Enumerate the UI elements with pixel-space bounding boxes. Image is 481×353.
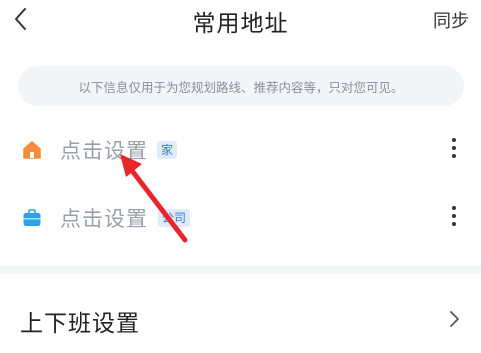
home-icon [23,141,41,159]
briefcase-icon [23,209,41,226]
section-divider [0,266,481,274]
home-more-icon[interactable] [449,138,459,162]
commute-settings-label: 上下班设置 [20,311,140,337]
home-tag-badge: 家 [157,141,178,159]
sync-button[interactable]: 同步 [433,7,469,33]
page-title: 常用地址 [192,11,289,37]
commute-settings-row[interactable]: 上下班设置 [0,292,481,348]
address-row-company[interactable]: 点击设置 公司 [0,194,481,242]
privacy-notice-text: 以下信息仅用于为您规划路线、推荐内容等，只对您可见。 [78,79,404,95]
home-address-label[interactable]: 点击设置 [60,135,148,165]
chevron-right-icon [450,311,459,327]
top-bar: 常用地址 同步 [0,0,481,44]
company-address-label[interactable]: 点击设置 [60,203,148,233]
address-row-home[interactable]: 点击设置 家 [0,126,481,174]
privacy-notice: 以下信息仅用于为您规划路线、推荐内容等，只对您可见。 [18,66,464,106]
company-tag-badge: 公司 [158,209,191,227]
common-addresses-page: 常用地址 同步 以下信息仅用于为您规划路线、推荐内容等，只对您可见。 点击设置 … [0,0,481,353]
company-more-icon[interactable] [449,206,459,230]
